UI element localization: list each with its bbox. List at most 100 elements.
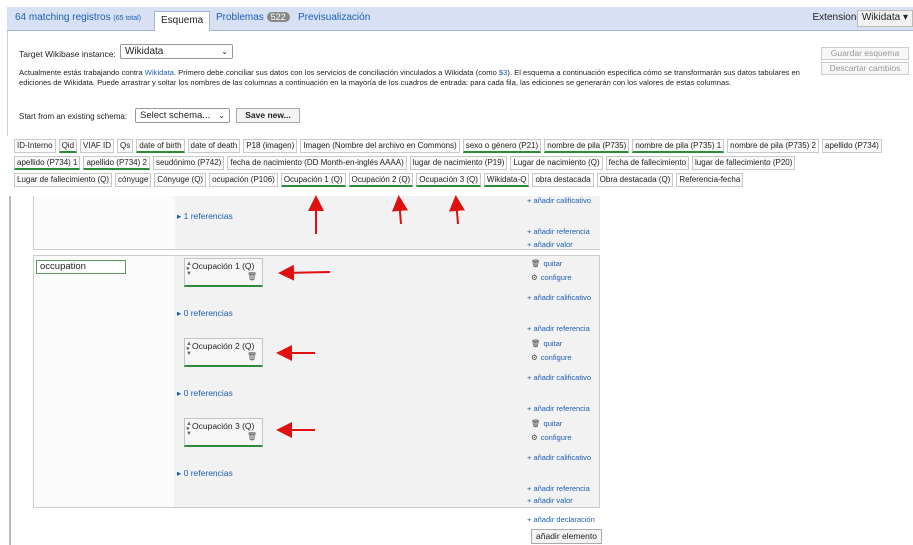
add-value-link[interactable]: + añadir valor (527, 496, 573, 505)
column-chip[interactable]: Obra destacada (Q) (596, 173, 674, 187)
refs-label-3: 0 referencias (183, 468, 233, 478)
column-chip[interactable]: obra destacada (532, 173, 594, 187)
value-1-label: Ocupación 1 (Q) (192, 261, 255, 271)
column-chip[interactable]: P18 (imagen) (243, 139, 298, 153)
item-border (9, 196, 11, 545)
column-chip[interactable]: nombre de pila (P735) 2 (727, 139, 819, 153)
configure-value-3[interactable]: ⚙ configure (531, 433, 572, 442)
column-chip[interactable]: Ocupación 2 (Q) (348, 173, 414, 187)
trash-icon[interactable]: 🗑 (247, 352, 257, 361)
gear-icon: ⚙ (531, 273, 538, 282)
column-chip[interactable]: Lugar de nacimiento (Q) (510, 156, 603, 170)
remove-label: quitar (543, 339, 563, 348)
tab-problems[interactable]: Problemas 522 (216, 12, 290, 23)
desc-text-1: Actualmente estás trabajando contra (19, 68, 145, 77)
column-chip[interactable]: Cónyuge (Q) (154, 173, 207, 187)
column-chip[interactable]: Referencia-fecha (676, 173, 744, 187)
schema-header-panel: Target Wikibase instance: Wikidata ⌄ Act… (7, 31, 913, 136)
trash-icon[interactable]: 🗑 (247, 432, 257, 441)
problems-count-badge: 522 (266, 12, 290, 22)
tab-problems-label[interactable]: Problemas (216, 12, 264, 23)
add-reference-link-1[interactable]: + añadir referencia (527, 324, 590, 333)
remove-label: quitar (543, 419, 563, 428)
column-chip[interactable]: VIAF ID (80, 139, 115, 153)
column-chip[interactable]: lugar de fallecimiento (P20) (692, 156, 796, 170)
column-chip[interactable]: apellido (P734) 2 (83, 156, 150, 170)
references-toggle-1[interactable]: ▸ 0 referencias (177, 308, 233, 319)
column-chip[interactable]: lugar de nacimiento (P19) (409, 156, 508, 170)
chevron-down-icon: ⌄ (221, 47, 228, 56)
column-chip[interactable]: ID-Interno (14, 139, 56, 153)
column-chip[interactable]: nombre de pila (P735) 1 (632, 139, 725, 153)
refs-label-2: 0 referencias (183, 388, 233, 398)
start-schema-label: Start from an existing schema: (19, 112, 128, 121)
tab-matching[interactable]: 64 matching registros (65 total) (15, 12, 141, 23)
add-statement-link[interactable]: + añadir declaración (527, 515, 595, 524)
configure-label: configure (540, 273, 572, 282)
add-reference-link-3[interactable]: + añadir referencia (527, 484, 590, 493)
configure-value-2[interactable]: ⚙ configure (531, 353, 572, 362)
column-chip[interactable]: apellido (P734) (822, 139, 882, 153)
column-chip[interactable]: apellido (P734) 1 (14, 156, 81, 170)
column-chip[interactable]: Qs (117, 139, 134, 153)
chip-row-1: ID-Interno Qid VIAF ID Qs date of birth date … (14, 139, 909, 153)
column-chip[interactable]: cónyuge (115, 173, 152, 187)
discard-changes-button[interactable]: Descartar cambios (821, 62, 909, 75)
remove-value-1[interactable]: 🗑 quitar (531, 259, 562, 268)
chevron-down-icon: ⌄ (218, 111, 225, 120)
column-chip[interactable]: Lugar de fallecimiento (Q) (14, 173, 113, 187)
column-chip[interactable]: ocupación (P106) (209, 173, 278, 187)
column-chip[interactable]: fecha de nacimiento (DD Month-en-inglés … (227, 156, 407, 170)
column-chip[interactable]: date of birth (136, 139, 185, 153)
previous-statement (33, 196, 600, 250)
column-chip[interactable]: date of death (187, 139, 241, 153)
target-wikibase-value: Wikidata (125, 46, 164, 57)
save-schema-button[interactable]: Guardar esquema (821, 47, 909, 60)
references-toggle-2[interactable]: ▸ 0 referencias (177, 388, 233, 399)
top-add-reference-link[interactable]: + añadir referencia (527, 227, 590, 236)
save-new-button[interactable]: Save new... (236, 108, 300, 123)
add-qualifier-link-1[interactable]: + añadir calificativo (527, 293, 591, 302)
top-references-toggle[interactable]: ▸ 1 referencias (177, 211, 233, 222)
desc-text-2: . Primero debe conciliar sus datos con l… (173, 68, 499, 77)
column-chip[interactable]: Imagen (Nombre del archivo en Commons) (300, 139, 460, 153)
wikidata-link[interactable]: Wikidata (145, 68, 174, 77)
tab-schema[interactable]: Esquema (154, 11, 211, 32)
add-item-button[interactable]: añadir elemento (531, 529, 602, 544)
tab-preview[interactable]: Previsualización (298, 12, 370, 23)
value-box-2[interactable]: ▲ ● ▼ Ocupación 2 (Q) 🗑 (184, 338, 263, 367)
trash-icon: 🗑 (531, 259, 541, 268)
tab-bar: 64 matching registros (65 total) Esquema… (7, 7, 913, 32)
column-chip[interactable]: Qid (58, 139, 78, 153)
remove-value-2[interactable]: 🗑 quitar (531, 339, 562, 348)
property-input[interactable]: occupation (36, 260, 126, 274)
tab-matching-total: (65 total) (113, 15, 142, 22)
value-2-label: Ocupación 2 (Q) (192, 341, 255, 351)
column-chips: ID-Interno Qid VIAF ID Qs date of birth date … (14, 139, 909, 190)
top-add-qualifier-link[interactable]: + añadir calificativo (527, 196, 591, 205)
references-toggle-3[interactable]: ▸ 0 referencias (177, 468, 233, 479)
add-qualifier-link-2[interactable]: + añadir calificativo (527, 373, 591, 382)
add-qualifier-link-3[interactable]: + añadir calificativo (527, 453, 591, 462)
target-wikibase-select[interactable]: Wikidata ⌄ (120, 44, 233, 59)
top-refs-label: 1 referencias (183, 211, 233, 221)
value-box-1[interactable]: ▲ ● ▼ Ocupación 1 (Q) 🗑 (184, 258, 263, 287)
remove-value-3[interactable]: 🗑 quitar (531, 419, 562, 428)
tab-matching-label[interactable]: 64 matching registros (15, 12, 111, 23)
extensions-wikidata-button[interactable]: Wikidata ▾ (856, 10, 913, 27)
column-chip[interactable]: nombre de pila (P735) (544, 139, 630, 153)
add-reference-link-2[interactable]: + añadir referencia (527, 404, 590, 413)
column-chip[interactable]: fecha de fallecimiento (605, 156, 690, 170)
trash-icon: 🗑 (531, 339, 541, 348)
refs-label-1: 0 referencias (183, 308, 233, 318)
configure-value-1[interactable]: ⚙ configure (531, 273, 572, 282)
value-box-3[interactable]: ▲ ● ▼ Ocupación 3 (Q) 🗑 (184, 418, 263, 447)
schema-select[interactable]: Select schema... ⌄ (135, 108, 230, 123)
column-chip[interactable]: Ocupación 1 (Q) (280, 173, 346, 187)
top-add-value-link[interactable]: + añadir valor (527, 240, 573, 249)
column-chip[interactable]: Ocupación 3 (Q) (416, 173, 481, 187)
column-chip[interactable]: Wikidata-Q (483, 173, 530, 187)
column-chip[interactable]: sexo o género (P21) (462, 139, 542, 153)
column-chip[interactable]: seudónimo (P742) (152, 156, 225, 170)
trash-icon[interactable]: 🗑 (247, 272, 257, 281)
